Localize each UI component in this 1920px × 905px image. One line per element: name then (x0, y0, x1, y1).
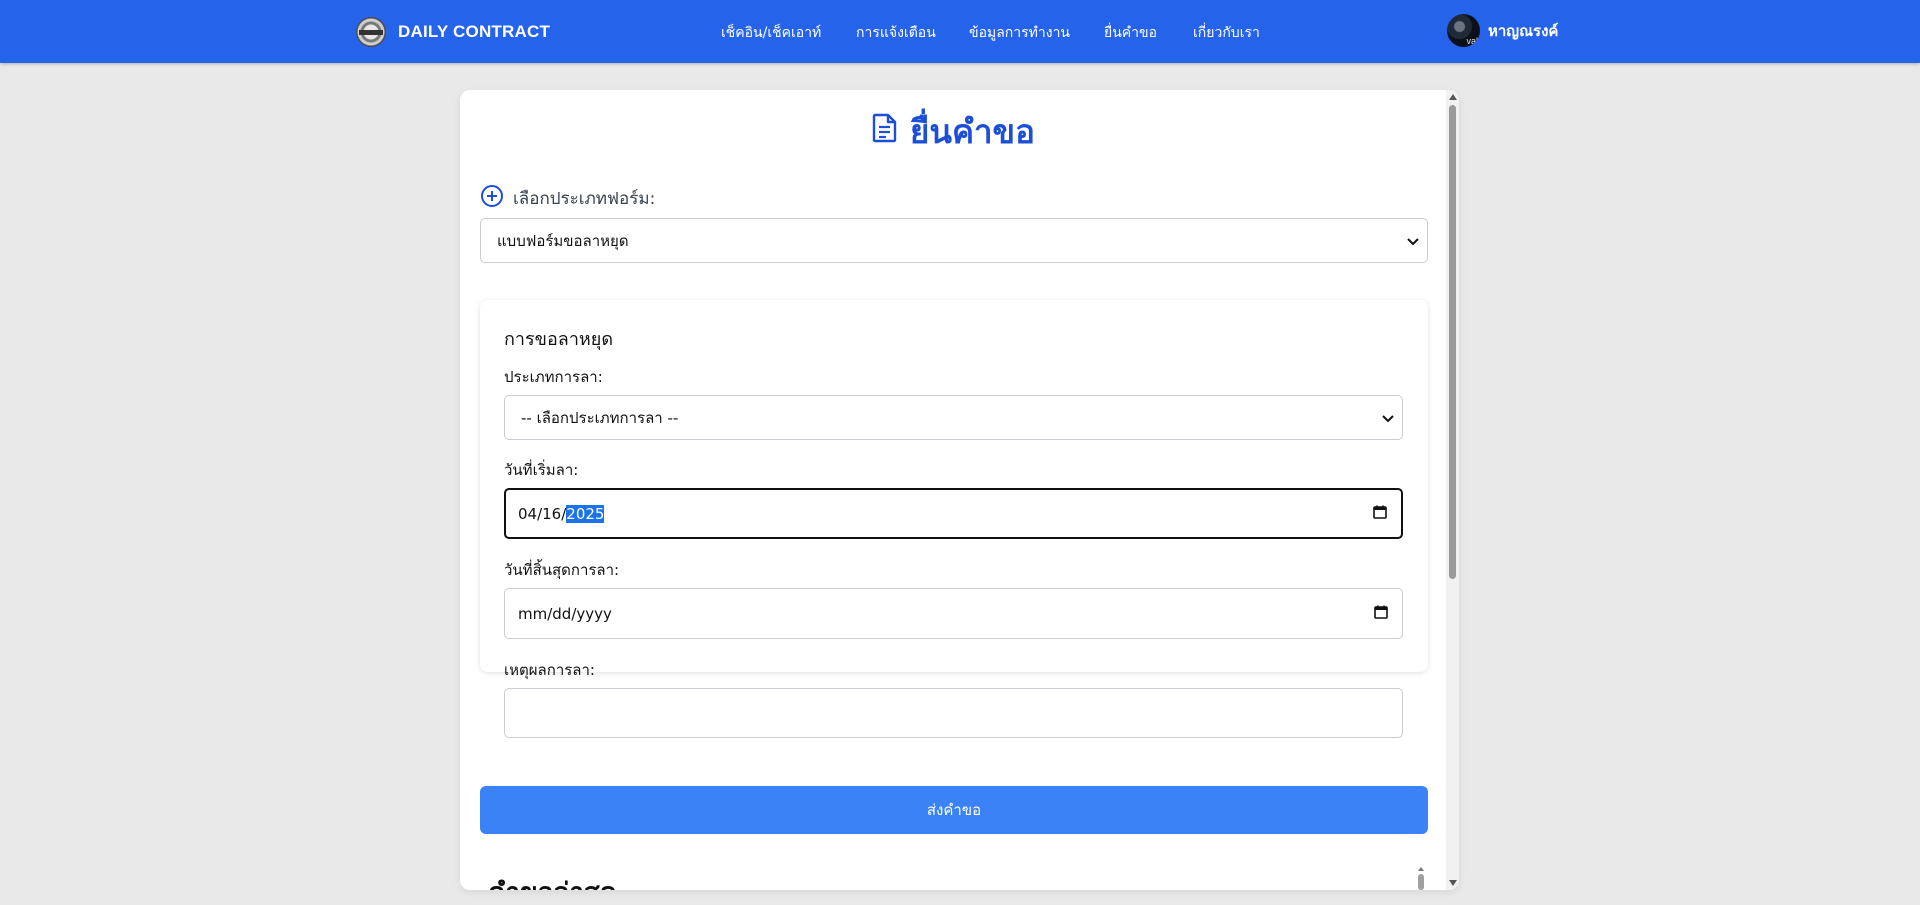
reason-input[interactable] (504, 688, 1403, 738)
nav-about[interactable]: เกี่ยวกับเรา (1193, 22, 1260, 44)
end-date-input[interactable]: mm/dd/yyyy (504, 588, 1403, 639)
leave-type-value: -- เลือกประเภทการลา -- (521, 408, 679, 427)
calendar-icon[interactable] (1373, 505, 1387, 523)
plus-circle-icon (480, 184, 513, 213)
start-date-month-day: 04/16/ (518, 504, 567, 523)
leave-type-select[interactable]: -- เลือกประเภทการลา -- (504, 395, 1403, 440)
form-type-select[interactable]: แบบฟอร์มขอลาหยุด (480, 218, 1428, 263)
nav-work-info[interactable]: ข้อมูลการทำงาน (969, 22, 1070, 44)
page-title-text: ยื่นคำขอ (910, 111, 1035, 151)
chevron-down-icon (1407, 232, 1419, 250)
form-type-value: แบบฟอร์มขอลาหยุด (497, 231, 629, 250)
user-menu[interactable]: val หาญณรงค์ (1447, 14, 1558, 47)
scroll-up-icon[interactable] (1449, 94, 1457, 100)
form-type-label-text: เลือกประเภทฟอร์ม: (513, 189, 656, 209)
avatar-text: val (1466, 36, 1478, 46)
avatar: val (1447, 14, 1480, 47)
submit-request-button[interactable]: ส่งคำขอ (480, 786, 1428, 834)
section-title: การขอลาหยุด (504, 329, 614, 350)
scroll-down-icon[interactable] (1449, 880, 1457, 886)
nav-notifications[interactable]: การแจ้งเตือน (856, 22, 936, 44)
end-date-label: วันที่สิ้นสุดการลา: (504, 561, 620, 579)
nav-checkin[interactable]: เช็คอิน/เช็คเอาท์ (721, 22, 821, 44)
scroll-thumb[interactable] (1449, 105, 1456, 579)
request-card: ยื่นคำขอ เลือกประเภทฟอร์ม: แบบฟอร์มขอลาห… (460, 90, 1459, 890)
top-navbar: DAILY CONTRACT เช็คอิน/เช็คเอาท์ การแจ้ง… (0, 0, 1920, 63)
main-nav: เช็คอิน/เช็คเอาท์ การแจ้งเตือน ข้อมูลการ… (0, 22, 1920, 42)
card-scrollbar[interactable] (1446, 90, 1459, 890)
start-date-label: วันที่เริ่มลา: (504, 461, 579, 479)
form-type-label: เลือกประเภทฟอร์ม: (480, 184, 655, 213)
user-name: หาญณรงค์ (1488, 21, 1559, 40)
end-date-placeholder: mm/dd/yyyy (518, 604, 612, 623)
chevron-down-icon (1382, 409, 1394, 427)
card-content: ยื่นคำขอ เลือกประเภทฟอร์ม: แบบฟอร์มขอลาห… (460, 90, 1446, 890)
reason-label: เหตุผลการลา: (504, 661, 595, 679)
page-title: ยื่นคำขอ (460, 108, 1446, 154)
recent-requests-title: คำขอล่าสุด (488, 872, 617, 890)
start-date-input[interactable]: 04/16/2025 (504, 488, 1403, 539)
nav-submit-request[interactable]: ยื่นคำขอ (1104, 22, 1157, 44)
document-icon (871, 112, 910, 151)
start-date-year: 2025 (566, 504, 605, 523)
calendar-icon[interactable] (1374, 605, 1388, 623)
inner-scrollbar[interactable] (1416, 866, 1426, 890)
leave-form-card: การขอลาหยุด ประเภทการลา: -- เลือกประเภทก… (480, 300, 1428, 738)
leave-type-label: ประเภทการลา: (504, 368, 603, 386)
